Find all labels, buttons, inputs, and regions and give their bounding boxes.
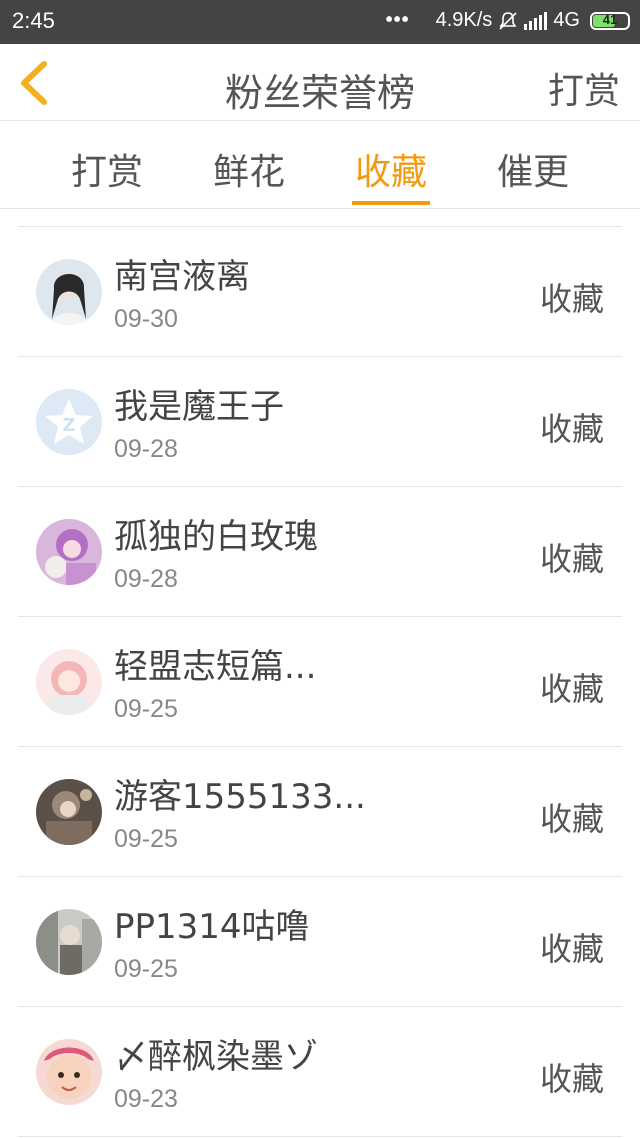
- tab-flowers[interactable]: 鲜花: [199, 143, 299, 195]
- tab-favorites[interactable]: 收藏: [341, 143, 441, 195]
- status-time: 2:45: [12, 8, 55, 33]
- avatar: [36, 779, 102, 845]
- user-name: 孤独的白玫瑰: [114, 517, 318, 557]
- tab-update-urge[interactable]: 催更: [483, 143, 583, 195]
- user-name: 游客1555133...: [114, 777, 366, 817]
- item-date: 09-25: [114, 695, 178, 723]
- user-name: 〆醉枫染墨ゾ: [114, 1037, 318, 1077]
- item-date: 09-30: [114, 305, 178, 333]
- avatar: [36, 1039, 102, 1105]
- avatar-default-icon: Z: [36, 389, 102, 455]
- list-item[interactable]: PP1314咕噜 09-25 收藏: [18, 877, 622, 1007]
- item-date: 09-28: [114, 565, 178, 593]
- status-bar: 2:45 ••• 4.9K/s 4G 41: [0, 0, 640, 44]
- item-date: 09-28: [114, 435, 178, 463]
- svg-text:Z: Z: [62, 415, 75, 436]
- fan-list: 南宫液离 09-30 收藏 Z 我是魔王子 09-28 收藏 孤独的白玫瑰 09…: [18, 226, 622, 1137]
- signal-icon: [524, 11, 548, 30]
- user-name: PP1314咕噜: [114, 907, 310, 947]
- bell-muted-icon: [499, 11, 517, 30]
- action-label: 收藏: [539, 800, 604, 838]
- item-date: 09-25: [114, 825, 178, 853]
- tab-reward[interactable]: 打赏: [57, 143, 157, 195]
- user-name: 南宫液离: [114, 257, 250, 297]
- action-label: 收藏: [539, 410, 604, 448]
- battery-level: 41: [602, 11, 618, 27]
- list-item[interactable]: 轻盟志短篇... 09-25 收藏: [18, 617, 622, 747]
- action-label: 收藏: [539, 1060, 604, 1098]
- avatar: [36, 519, 102, 585]
- more-dots: •••: [385, 9, 410, 31]
- list-item[interactable]: 南宫液离 09-30 收藏: [18, 227, 622, 357]
- avatar: [36, 649, 102, 715]
- tab-bar: 打赏 鲜花 收藏 催更: [0, 121, 640, 209]
- active-tab-indicator: [352, 201, 430, 205]
- reward-button[interactable]: 打赏: [548, 62, 620, 114]
- network-speed: 4.9K/s: [435, 9, 493, 31]
- item-date: 09-25: [114, 955, 178, 983]
- status-indicators: ••• 4.9K/s 4G 41: [386, 9, 630, 32]
- action-label: 收藏: [539, 280, 604, 318]
- list-item[interactable]: Z 我是魔王子 09-28 收藏: [18, 357, 622, 487]
- page-title: 粉丝荣誉榜: [224, 71, 415, 115]
- list-item[interactable]: 孤独的白玫瑰 09-28 收藏: [18, 487, 622, 617]
- user-name: 轻盟志短篇...: [114, 647, 317, 687]
- action-label: 收藏: [539, 670, 604, 708]
- item-date: 09-23: [114, 1085, 178, 1113]
- action-label: 收藏: [539, 540, 604, 578]
- user-name: 我是魔王子: [114, 387, 284, 427]
- action-label: 收藏: [539, 930, 604, 968]
- list-item[interactable]: 游客1555133... 09-25 收藏: [18, 747, 622, 877]
- list-item[interactable]: 〆醉枫染墨ゾ 09-23 收藏: [18, 1007, 622, 1137]
- battery-icon: 41: [590, 11, 630, 30]
- avatar: [36, 909, 102, 975]
- title-bar: 粉丝荣誉榜 打赏: [0, 44, 640, 121]
- avatar: [36, 259, 102, 325]
- network-type: 4G: [553, 9, 580, 31]
